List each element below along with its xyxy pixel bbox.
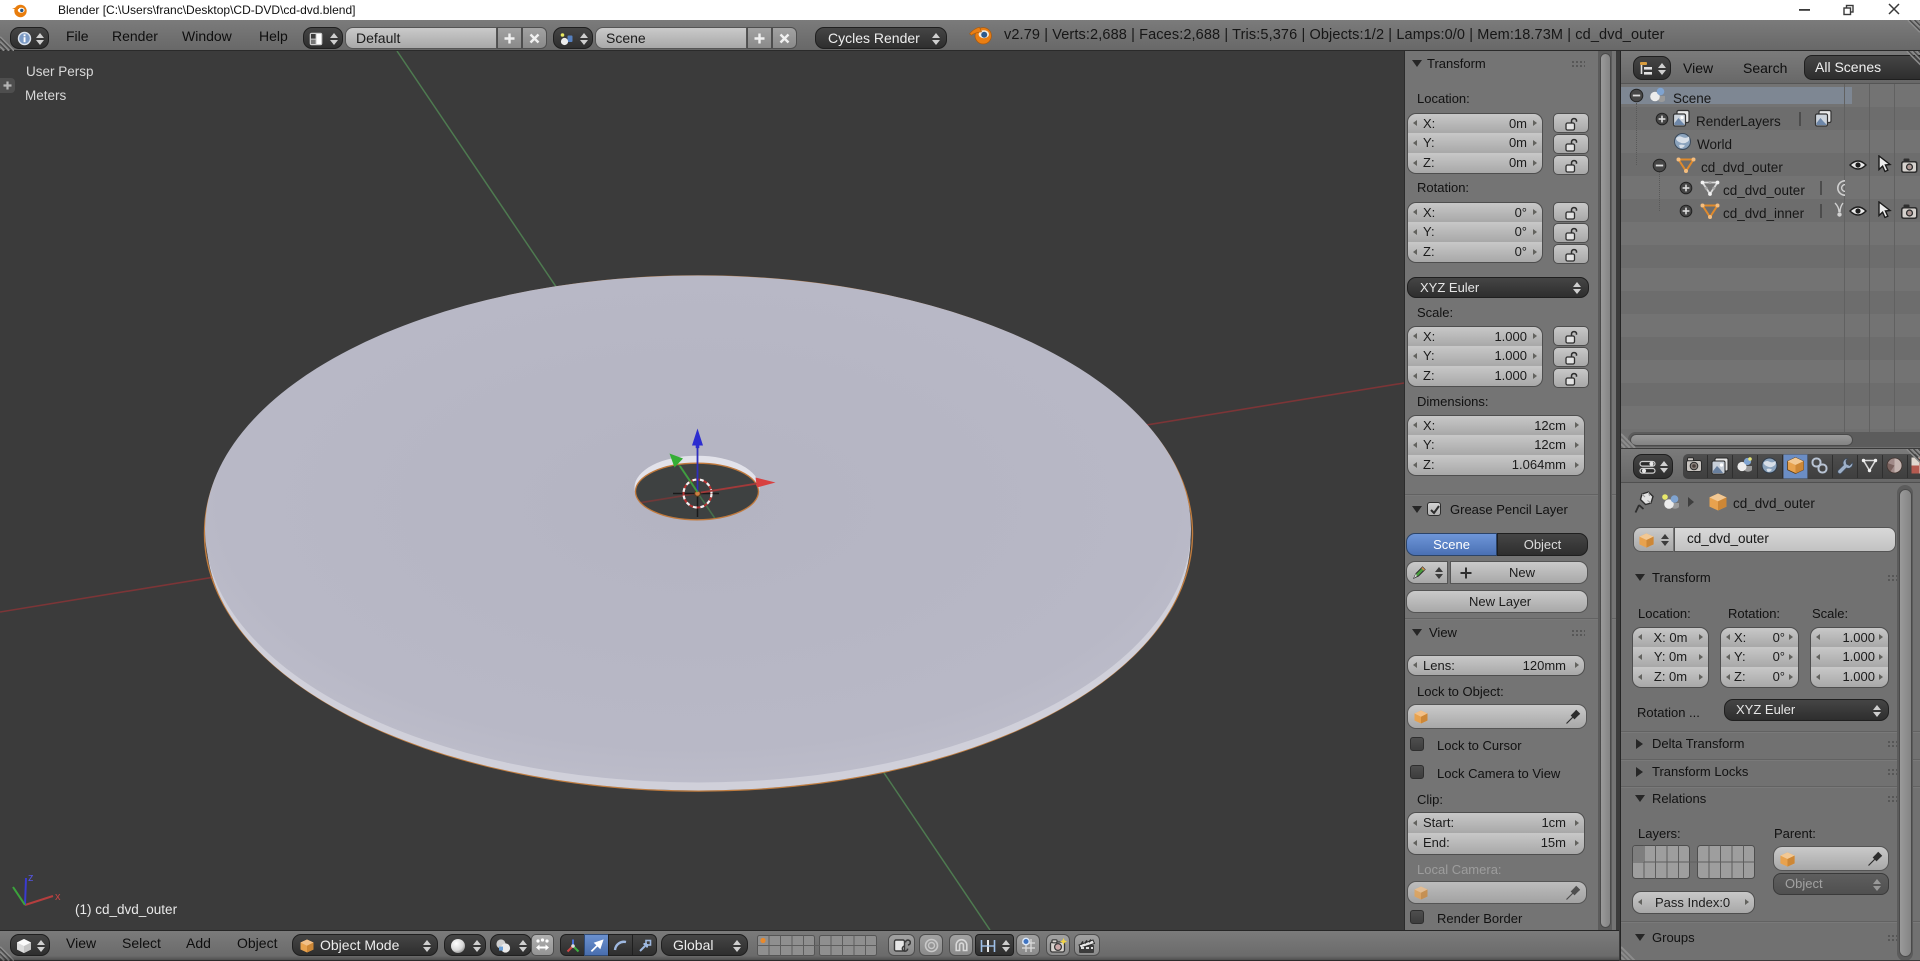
svg-text:x: x <box>55 891 61 903</box>
svg-text:z: z <box>28 872 34 884</box>
